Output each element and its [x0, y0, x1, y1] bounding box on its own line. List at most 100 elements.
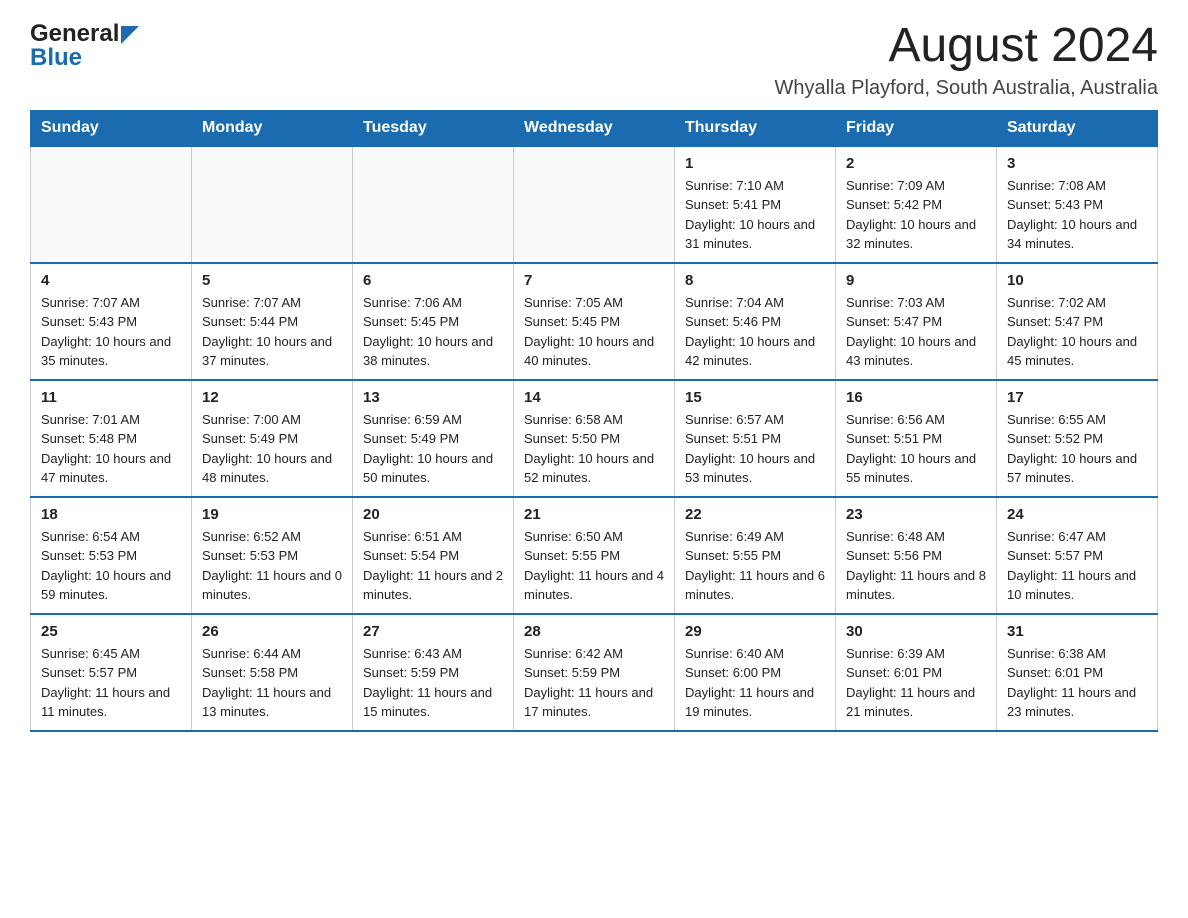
calendar-cell: 17Sunrise: 6:55 AM Sunset: 5:52 PM Dayli…: [997, 380, 1158, 497]
day-info: Sunrise: 6:47 AM Sunset: 5:57 PM Dayligh…: [1007, 527, 1147, 605]
calendar-cell: 5Sunrise: 7:07 AM Sunset: 5:44 PM Daylig…: [192, 263, 353, 380]
day-number: 22: [685, 506, 825, 523]
day-number: 3: [1007, 155, 1147, 172]
logo-triangle-icon: [121, 26, 139, 44]
day-info: Sunrise: 6:58 AM Sunset: 5:50 PM Dayligh…: [524, 410, 664, 488]
calendar-cell: 1 Sunrise: 7:10 AM Sunset: 5:41 PM Daylig…: [675, 146, 836, 263]
day-info: Sunrise: 7:08 AM Sunset: 5:43 PM Dayligh…: [1007, 176, 1147, 254]
calendar-cell: [353, 146, 514, 263]
day-info: Sunrise: 7:04 AM Sunset: 5:46 PM Dayligh…: [685, 293, 825, 371]
calendar-week-4: 18 Sunrise: 6:54 AM Sunset: 5:53 PM Dayli…: [31, 497, 1158, 614]
calendar-cell: 31Sunrise: 6:38 AM Sunset: 6:01 PM Dayli…: [997, 614, 1158, 731]
day-info: Sunrise: 6:54 AM Sunset: 5:53 PM Dayligh…: [41, 527, 181, 605]
day-number: 11: [41, 389, 181, 406]
calendar-week-2: 4 Sunrise: 7:07 AM Sunset: 5:43 PM Daylig…: [31, 263, 1158, 380]
day-number: 4: [41, 272, 181, 289]
calendar-cell: 12 Sunrise: 7:00 AM Sunset: 5:49 PM Dayli…: [192, 380, 353, 497]
day-number: 19: [202, 506, 342, 523]
day-info: Sunrise: 6:44 AM Sunset: 5:58 PM Dayligh…: [202, 644, 342, 722]
day-number: 13: [363, 389, 503, 406]
calendar-cell: 26Sunrise: 6:44 AM Sunset: 5:58 PM Dayli…: [192, 614, 353, 731]
day-info: Sunrise: 6:40 AM Sunset: 6:00 PM Dayligh…: [685, 644, 825, 722]
calendar-header-friday: Friday: [836, 110, 997, 146]
calendar-cell: 16 Sunrise: 6:56 AM Sunset: 5:51 PM Dayli…: [836, 380, 997, 497]
day-info: Sunrise: 6:57 AM Sunset: 5:51 PM Dayligh…: [685, 410, 825, 488]
calendar-cell: 15 Sunrise: 6:57 AM Sunset: 5:51 PM Dayli…: [675, 380, 836, 497]
day-info: Sunrise: 6:50 AM Sunset: 5:55 PM Dayligh…: [524, 527, 664, 605]
calendar-cell: 28 Sunrise: 6:42 AM Sunset: 5:59 PM Dayli…: [514, 614, 675, 731]
day-number: 16: [846, 389, 986, 406]
day-number: 30: [846, 623, 986, 640]
day-number: 6: [363, 272, 503, 289]
day-info: Sunrise: 7:03 AM Sunset: 5:47 PM Dayligh…: [846, 293, 986, 371]
day-info: Sunrise: 6:52 AM Sunset: 5:53 PM Dayligh…: [202, 527, 342, 605]
day-info: Sunrise: 7:05 AM Sunset: 5:45 PM Dayligh…: [524, 293, 664, 371]
calendar-cell: 20 Sunrise: 6:51 AM Sunset: 5:54 PM Dayli…: [353, 497, 514, 614]
header: General Blue August 2024 Whyalla Playfor…: [30, 20, 1158, 100]
day-number: 12: [202, 389, 342, 406]
calendar-header-tuesday: Tuesday: [353, 110, 514, 146]
day-number: 14: [524, 389, 664, 406]
day-info: Sunrise: 7:09 AM Sunset: 5:42 PM Dayligh…: [846, 176, 986, 254]
day-info: Sunrise: 6:49 AM Sunset: 5:55 PM Dayligh…: [685, 527, 825, 605]
calendar-header-saturday: Saturday: [997, 110, 1158, 146]
calendar-cell: 13 Sunrise: 6:59 AM Sunset: 5:49 PM Dayli…: [353, 380, 514, 497]
logo-blue-text: Blue: [30, 44, 82, 72]
day-info: Sunrise: 7:07 AM Sunset: 5:43 PM Dayligh…: [41, 293, 181, 371]
calendar-header-sunday: Sunday: [31, 110, 192, 146]
day-info: Sunrise: 7:01 AM Sunset: 5:48 PM Dayligh…: [41, 410, 181, 488]
day-info: Sunrise: 7:00 AM Sunset: 5:49 PM Dayligh…: [202, 410, 342, 488]
day-info: Sunrise: 6:38 AM Sunset: 6:01 PM Dayligh…: [1007, 644, 1147, 722]
calendar-cell: 10Sunrise: 7:02 AM Sunset: 5:47 PM Dayli…: [997, 263, 1158, 380]
calendar-cell: 19 Sunrise: 6:52 AM Sunset: 5:53 PM Dayli…: [192, 497, 353, 614]
calendar-cell: 6 Sunrise: 7:06 AM Sunset: 5:45 PM Daylig…: [353, 263, 514, 380]
day-number: 9: [846, 272, 986, 289]
day-number: 1: [685, 155, 825, 172]
calendar-week-5: 25Sunrise: 6:45 AM Sunset: 5:57 PM Dayli…: [31, 614, 1158, 731]
calendar-cell: 27Sunrise: 6:43 AM Sunset: 5:59 PM Dayli…: [353, 614, 514, 731]
day-info: Sunrise: 6:42 AM Sunset: 5:59 PM Dayligh…: [524, 644, 664, 722]
day-number: 7: [524, 272, 664, 289]
calendar-header-row: SundayMondayTuesdayWednesdayThursdayFrid…: [31, 110, 1158, 146]
calendar-cell: 8 Sunrise: 7:04 AM Sunset: 5:46 PM Daylig…: [675, 263, 836, 380]
day-info: Sunrise: 6:59 AM Sunset: 5:49 PM Dayligh…: [363, 410, 503, 488]
calendar-cell: 18 Sunrise: 6:54 AM Sunset: 5:53 PM Dayli…: [31, 497, 192, 614]
day-info: Sunrise: 6:43 AM Sunset: 5:59 PM Dayligh…: [363, 644, 503, 722]
day-number: 10: [1007, 272, 1147, 289]
day-number: 29: [685, 623, 825, 640]
day-info: Sunrise: 6:51 AM Sunset: 5:54 PM Dayligh…: [363, 527, 503, 605]
calendar-week-1: 1 Sunrise: 7:10 AM Sunset: 5:41 PM Daylig…: [31, 146, 1158, 263]
location-title: Whyalla Playford, South Australia, Austr…: [774, 77, 1158, 100]
calendar-cell: 3 Sunrise: 7:08 AM Sunset: 5:43 PM Daylig…: [997, 146, 1158, 263]
calendar-cell: [31, 146, 192, 263]
day-number: 15: [685, 389, 825, 406]
day-number: 8: [685, 272, 825, 289]
day-info: Sunrise: 7:10 AM Sunset: 5:41 PM Dayligh…: [685, 176, 825, 254]
day-info: Sunrise: 6:48 AM Sunset: 5:56 PM Dayligh…: [846, 527, 986, 605]
month-title: August 2024: [774, 20, 1158, 73]
day-info: Sunrise: 7:06 AM Sunset: 5:45 PM Dayligh…: [363, 293, 503, 371]
calendar-cell: 25Sunrise: 6:45 AM Sunset: 5:57 PM Dayli…: [31, 614, 192, 731]
calendar-cell: 22 Sunrise: 6:49 AM Sunset: 5:55 PM Dayli…: [675, 497, 836, 614]
day-number: 5: [202, 272, 342, 289]
calendar-cell: 7 Sunrise: 7:05 AM Sunset: 5:45 PM Daylig…: [514, 263, 675, 380]
day-number: 20: [363, 506, 503, 523]
day-number: 24: [1007, 506, 1147, 523]
calendar-cell: 2Sunrise: 7:09 AM Sunset: 5:42 PM Daylig…: [836, 146, 997, 263]
calendar-cell: 14 Sunrise: 6:58 AM Sunset: 5:50 PM Dayli…: [514, 380, 675, 497]
day-number: 28: [524, 623, 664, 640]
day-number: 21: [524, 506, 664, 523]
calendar-header-wednesday: Wednesday: [514, 110, 675, 146]
calendar-table: SundayMondayTuesdayWednesdayThursdayFrid…: [30, 110, 1158, 732]
day-number: 18: [41, 506, 181, 523]
calendar-header-thursday: Thursday: [675, 110, 836, 146]
logo: General Blue: [30, 20, 139, 72]
calendar-cell: 30Sunrise: 6:39 AM Sunset: 6:01 PM Dayli…: [836, 614, 997, 731]
title-area: August 2024 Whyalla Playford, South Aust…: [774, 20, 1158, 100]
calendar-cell: 9 Sunrise: 7:03 AM Sunset: 5:47 PM Daylig…: [836, 263, 997, 380]
calendar-cell: 11 Sunrise: 7:01 AM Sunset: 5:48 PM Dayli…: [31, 380, 192, 497]
day-number: 23: [846, 506, 986, 523]
day-info: Sunrise: 6:56 AM Sunset: 5:51 PM Dayligh…: [846, 410, 986, 488]
day-number: 17: [1007, 389, 1147, 406]
calendar-cell: 24 Sunrise: 6:47 AM Sunset: 5:57 PM Dayli…: [997, 497, 1158, 614]
